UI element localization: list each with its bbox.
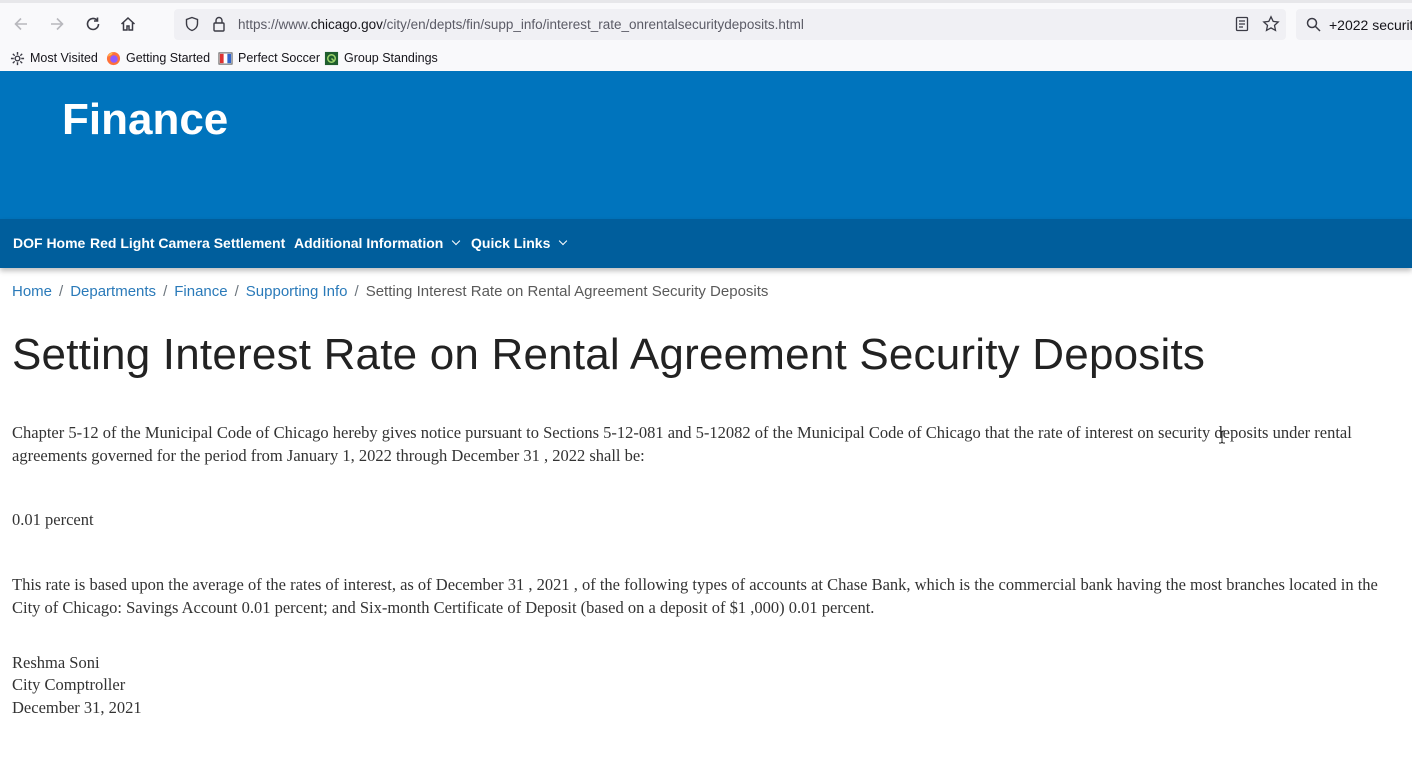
back-button[interactable] [10, 13, 32, 35]
bookmark-label: Perfect Soccer [238, 51, 320, 65]
reload-icon [86, 17, 100, 31]
breadcrumb-supporting-info[interactable]: Supporting Info [246, 283, 348, 300]
nav-dof-home[interactable]: DOF Home [13, 235, 85, 251]
breadcrumb-separator: / [59, 283, 64, 300]
url-prefix: https://www. [238, 17, 311, 32]
text-cursor-icon [1219, 430, 1225, 444]
firefox-icon [106, 51, 121, 65]
chevron-down-icon [452, 236, 461, 246]
breadcrumb-current: Setting Interest Rate on Rental Agreemen… [365, 283, 769, 300]
home-button[interactable] [117, 13, 139, 35]
reader-view-icon[interactable] [1235, 16, 1249, 32]
search-text[interactable]: +2022 security [1329, 17, 1412, 33]
nav-red-light-camera-settlement[interactable]: Red Light Camera Settlement [90, 235, 285, 251]
arrow-left-icon [14, 17, 27, 31]
breadcrumb-separator: / [354, 283, 359, 300]
signer-name: Reshma Soni [12, 653, 100, 672]
standings-icon [324, 51, 339, 65]
home-icon [120, 16, 136, 31]
bookmark-label: Most Visited [30, 51, 98, 65]
bookmark-star-icon[interactable] [1262, 15, 1280, 33]
bookmark-label: Group Standings [344, 51, 438, 65]
breadcrumb-separator: / [234, 283, 239, 300]
nav-additional-information[interactable]: Additional Information [294, 235, 461, 251]
bookmark-label: Getting Started [126, 51, 211, 65]
page-title: Setting Interest Rate on Rental Agreemen… [12, 330, 1206, 379]
bookmark-perfect-soccer[interactable]: Perfect Soccer [218, 49, 320, 67]
breadcrumb: Home / Departments / Finance / Supporting Info… [12, 283, 768, 300]
reload-button[interactable] [82, 13, 104, 35]
interest-rate-value: 0.01 percent [12, 510, 94, 529]
arrow-right-icon [51, 17, 64, 31]
site-nav: DOF Home Red Light Camera Settlement Add… [0, 219, 1412, 268]
notice-paragraph: Chapter 5-12 of the Municipal Code of Ch… [12, 423, 1352, 465]
site-title[interactable]: Finance [62, 95, 228, 145]
chevron-down-icon [559, 236, 568, 246]
forward-button[interactable] [46, 13, 68, 35]
browser-toolbar: https://www.chicago.gov/city/en/depts/fi… [0, 0, 1412, 44]
site-header: Finance [0, 71, 1412, 219]
search-icon [1306, 17, 1321, 32]
breadcrumb-departments[interactable]: Departments [70, 283, 156, 300]
gear-icon [10, 51, 25, 65]
signed-date: December 31, 2021 [12, 698, 142, 717]
url-domain: chicago.gov [310, 17, 383, 32]
breadcrumb-finance[interactable]: Finance [174, 283, 227, 300]
url-path: /city/en/depts/fin/supp_info/interest_ra… [382, 17, 804, 32]
breadcrumb-separator: / [163, 283, 168, 300]
soccer-icon [218, 51, 233, 65]
bookmarks-bar: Most Visited Getting Started Perfect Soc… [0, 44, 1412, 71]
bookmark-getting-started[interactable]: Getting Started [106, 49, 210, 67]
nav-label: Additional Information [294, 235, 444, 251]
nav-label: Quick Links [471, 235, 551, 251]
search-bar[interactable]: +2022 security [1296, 9, 1412, 40]
signer-title: City Comptroller [12, 675, 126, 694]
nav-quick-links[interactable]: Quick Links [471, 235, 568, 251]
bookmark-most-visited[interactable]: Most Visited [10, 49, 98, 67]
rate-basis-paragraph: This rate is based upon the average of t… [12, 575, 1378, 617]
url-bar[interactable]: https://www.chicago.gov/city/en/depts/fi… [174, 9, 1286, 40]
lock-icon [213, 16, 225, 32]
url-text[interactable]: https://www.chicago.gov/city/en/depts/fi… [238, 17, 804, 32]
shield-icon [185, 16, 199, 32]
bookmark-group-standings[interactable]: Group Standings [324, 49, 438, 67]
breadcrumb-home[interactable]: Home [12, 283, 52, 300]
